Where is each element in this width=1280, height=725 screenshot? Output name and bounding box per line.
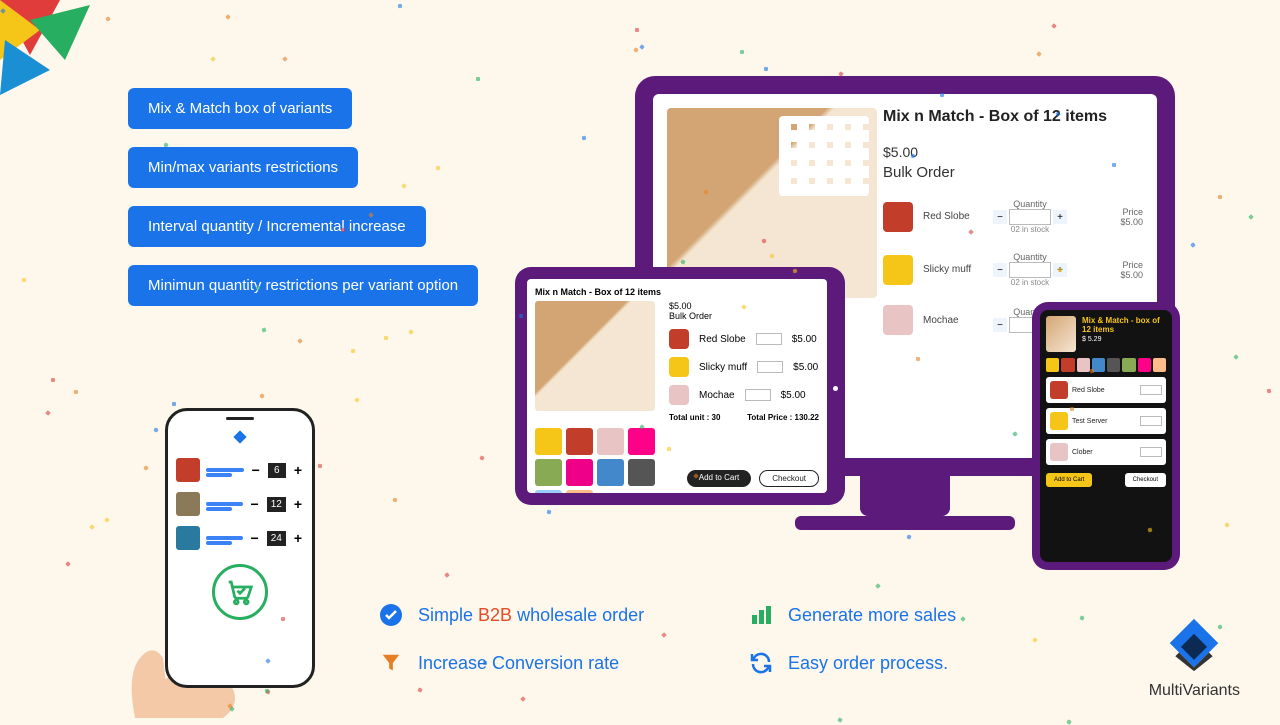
brand-logo: MultiVariants xyxy=(1149,617,1240,700)
qty-value: 6 xyxy=(268,463,286,478)
corner-logo xyxy=(0,0,110,110)
variant-row: Clober xyxy=(1046,439,1166,465)
variant-price: $5.00 xyxy=(1120,217,1143,227)
feature-pill: Minimun quantity restrictions per varian… xyxy=(128,265,478,306)
qty-minus[interactable]: − xyxy=(250,462,262,478)
product-image xyxy=(1046,316,1076,352)
product-title: Mix n Match - Box of 12 items xyxy=(535,287,819,297)
qty-input[interactable] xyxy=(1009,262,1051,278)
feature-pill: Interval quantity / Incremental increase xyxy=(128,206,426,247)
qty-label: Quantity xyxy=(1013,199,1047,209)
price-label: Price xyxy=(1122,207,1143,217)
variant-row: Red Slobe xyxy=(1046,377,1166,403)
stock-text: 02 in stock xyxy=(1011,225,1049,234)
checkout-button[interactable]: Checkout xyxy=(759,470,819,487)
item-thumb xyxy=(176,458,200,482)
qty-plus[interactable]: + xyxy=(1053,210,1067,224)
tablet-total-units: Total unit : 30 xyxy=(669,413,720,422)
benefit-item: Easy order process. xyxy=(748,650,1028,676)
benefits-grid: Simple B2B wholesale order Generate more… xyxy=(378,602,1028,676)
feature-pill: Min/max variants restrictions xyxy=(128,147,358,188)
bars-icon xyxy=(748,602,774,628)
checkout-button[interactable]: Checkout xyxy=(1125,473,1166,487)
item-thumb xyxy=(176,492,200,516)
qty-plus[interactable]: + xyxy=(292,496,304,512)
cart-submit-button[interactable] xyxy=(212,564,268,620)
qty-plus[interactable]: + xyxy=(292,462,304,478)
product-price: $ 5.29 xyxy=(1082,336,1166,343)
variant-swatch xyxy=(883,202,913,232)
feature-pill-list: Mix & Match box of variants Min/max vari… xyxy=(128,88,478,306)
product-image xyxy=(535,301,655,411)
funnel-icon xyxy=(378,650,404,676)
thumbnail-grid xyxy=(535,422,675,493)
qty-minus[interactable]: − xyxy=(993,210,1007,224)
benefit-item: Generate more sales xyxy=(748,602,1028,628)
qty-minus[interactable]: − xyxy=(249,496,261,512)
variant-name: Mochae xyxy=(923,315,983,326)
feature-pill: Mix & Match box of variants xyxy=(128,88,352,129)
benefit-item: Increase Conversion rate xyxy=(378,650,718,676)
variant-swatch xyxy=(883,305,913,335)
product-title: Mix & Match - box of 12 items xyxy=(1082,316,1166,334)
cart-row: − 6 + xyxy=(176,458,304,482)
refresh-icon xyxy=(748,650,774,676)
item-thumb xyxy=(176,526,200,550)
item-bar xyxy=(206,468,244,472)
product-title: Mix n Match - Box of 12 items xyxy=(883,108,1143,126)
variant-name: Slicky muff xyxy=(923,264,983,275)
qty-minus[interactable]: − xyxy=(249,530,261,546)
tablet-device: Mix n Match - Box of 12 items $5.00 Bulk… xyxy=(515,267,845,505)
app-logo-icon xyxy=(176,429,304,448)
variant-name: Red Slobe xyxy=(923,211,983,222)
qty-minus[interactable]: − xyxy=(993,263,1007,277)
multivariants-icon xyxy=(1166,617,1222,673)
product-price: $5.00 xyxy=(883,144,1143,160)
variant-row: Red Slobe Quantity − + 02 in stock Price… xyxy=(883,199,1143,234)
qty-plus[interactable]: + xyxy=(292,530,304,546)
cart-row: − 24 + xyxy=(176,526,304,550)
product-subtitle: Bulk Order xyxy=(883,164,1143,181)
qty-input[interactable] xyxy=(1009,209,1051,225)
brand-text: MultiVariants xyxy=(1149,682,1240,700)
cart-row: − 12 + xyxy=(176,492,304,516)
tablet-total-price: Total Price : 130.22 xyxy=(747,413,819,422)
variant-row: Test Server xyxy=(1046,408,1166,434)
benefit-item: Simple B2B wholesale order xyxy=(378,602,718,628)
variant-row: Slicky muff Quantity − + 02 in stock Pri… xyxy=(883,252,1143,287)
qty-minus[interactable]: − xyxy=(993,318,1007,332)
mobile-dark-device: Mix & Match - box of 12 items $ 5.29 Red… xyxy=(1032,302,1180,570)
hand-phone: − 6 + − 12 + − 24 + xyxy=(165,408,315,688)
variant-swatch xyxy=(883,255,913,285)
thumbnail-strip xyxy=(1046,358,1166,372)
check-icon xyxy=(378,602,404,628)
add-to-cart-button[interactable]: Add to Cart xyxy=(1046,473,1092,487)
